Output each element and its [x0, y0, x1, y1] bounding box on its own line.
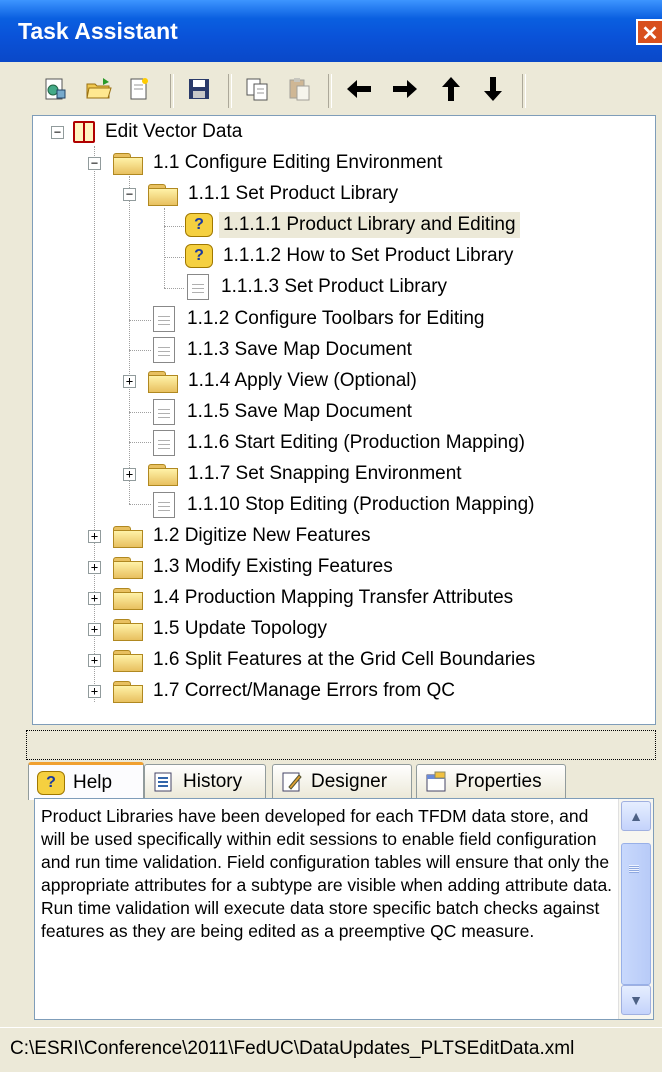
help-icon: ?: [185, 244, 213, 268]
open-folder-icon[interactable]: [82, 72, 116, 106]
folder-icon: [113, 680, 143, 703]
collapse-toggle[interactable]: −: [88, 157, 101, 170]
page-icon: [153, 337, 175, 363]
window-title: Task Assistant: [18, 18, 178, 44]
toolbar-separator: [228, 74, 232, 108]
book-icon: [73, 121, 95, 143]
folder-icon: [113, 556, 143, 579]
arrow-down-icon[interactable]: [476, 72, 510, 106]
status-bar: C:\ESRI\Conference\2011\FedUC\DataUpdate…: [0, 1027, 662, 1072]
vertical-scrollbar[interactable]: ▲ ▼: [618, 799, 653, 1019]
tree-item[interactable]: 1.1 Configure Editing Environment: [113, 149, 446, 177]
task-assistant-window: Task Assistant ✕ − Edit Vector Data − 1.…: [0, 0, 662, 1072]
grip-icon: [629, 865, 639, 873]
tree-item[interactable]: 1.1.4 Apply View (Optional): [148, 367, 421, 395]
folder-icon: [113, 649, 143, 672]
tree-item[interactable]: 1.1.5 Save Map Document: [149, 398, 416, 426]
expand-toggle[interactable]: +: [123, 468, 136, 481]
toolbar: [0, 62, 662, 120]
copy-icon[interactable]: [240, 72, 274, 106]
close-icon[interactable]: ✕: [636, 19, 662, 45]
expand-toggle[interactable]: +: [88, 561, 101, 574]
page-icon: [153, 492, 175, 518]
folder-icon: [113, 525, 143, 548]
help-text: Product Libraries have been developed fo…: [41, 806, 613, 941]
tree-item[interactable]: 1.1.2 Configure Toolbars for Editing: [149, 305, 489, 333]
expand-toggle[interactable]: +: [88, 530, 101, 543]
help-icon: ?: [37, 770, 65, 795]
tree-item[interactable]: ? 1.1.1.1 Product Library and Editing: [185, 211, 520, 239]
tree-item[interactable]: 1.1.10 Stop Editing (Production Mapping): [149, 491, 539, 519]
help-text-box[interactable]: Product Libraries have been developed fo…: [34, 798, 654, 1020]
folder-open-icon: [113, 152, 143, 175]
toolbar-separator: [522, 74, 526, 108]
tree-item[interactable]: 1.1.3 Save Map Document: [149, 336, 416, 364]
new-workflow-icon[interactable]: [38, 72, 72, 106]
tree-item[interactable]: 1.7 Correct/Manage Errors from QC: [113, 677, 459, 705]
page-icon: [153, 430, 175, 456]
collapse-toggle[interactable]: −: [123, 188, 136, 201]
paste-icon[interactable]: [282, 72, 316, 106]
expand-toggle[interactable]: +: [88, 592, 101, 605]
expand-toggle[interactable]: +: [88, 623, 101, 636]
arrow-left-icon[interactable]: [342, 72, 376, 106]
splitter[interactable]: [26, 730, 656, 760]
page-icon: [187, 274, 209, 300]
folder-icon: [148, 463, 178, 486]
tree-item[interactable]: 1.6 Split Features at the Grid Cell Boun…: [113, 646, 539, 674]
scroll-down-icon[interactable]: ▼: [621, 985, 651, 1015]
title-bar[interactable]: Task Assistant ✕: [0, 0, 662, 62]
tree-item[interactable]: 1.2 Digitize New Features: [113, 522, 375, 550]
arrow-up-icon[interactable]: [434, 72, 468, 106]
tree-item[interactable]: 1.1.7 Set Snapping Environment: [148, 460, 466, 488]
tree-item[interactable]: 1.1.1.3 Set Product Library: [183, 273, 451, 301]
toolbar-separator: [328, 74, 332, 108]
arrow-right-icon[interactable]: [388, 72, 422, 106]
new-page-icon[interactable]: [122, 72, 156, 106]
task-tree[interactable]: − Edit Vector Data − 1.1 Configure Editi…: [32, 115, 656, 725]
tree-item[interactable]: 1.1.1 Set Product Library: [148, 180, 402, 208]
tree-item[interactable]: 1.4 Production Mapping Transfer Attribut…: [113, 584, 517, 612]
history-icon: [153, 771, 175, 793]
help-icon: ?: [185, 213, 213, 237]
tab-help[interactable]: ? Help: [28, 762, 144, 800]
tree-root[interactable]: Edit Vector Data: [73, 118, 246, 146]
toolbar-separator: [170, 74, 174, 108]
status-path: C:\ESRI\Conference\2011\FedUC\DataUpdate…: [10, 1038, 575, 1059]
folder-icon: [113, 618, 143, 641]
save-icon[interactable]: [182, 72, 216, 106]
expand-toggle[interactable]: +: [88, 685, 101, 698]
tab-strip: ? Help History Designer Properties: [28, 762, 658, 800]
properties-icon: [425, 771, 447, 793]
page-icon: [153, 399, 175, 425]
tab-history[interactable]: History: [144, 764, 266, 798]
folder-icon: [148, 370, 178, 393]
scroll-up-icon[interactable]: ▲: [621, 801, 651, 831]
tree-item[interactable]: 1.1.6 Start Editing (Production Mapping): [149, 429, 529, 457]
designer-icon: [281, 771, 303, 793]
collapse-toggle[interactable]: −: [51, 126, 64, 139]
tree-item[interactable]: ? 1.1.1.2 How to Set Product Library: [185, 242, 517, 270]
tree-item[interactable]: 1.3 Modify Existing Features: [113, 553, 397, 581]
page-icon: [153, 306, 175, 332]
tree-item[interactable]: 1.5 Update Topology: [113, 615, 331, 643]
tab-properties[interactable]: Properties: [416, 764, 566, 798]
tab-designer[interactable]: Designer: [272, 764, 412, 798]
expand-toggle[interactable]: +: [123, 375, 136, 388]
expand-toggle[interactable]: +: [88, 654, 101, 667]
folder-open-icon: [148, 183, 178, 206]
folder-icon: [113, 587, 143, 610]
